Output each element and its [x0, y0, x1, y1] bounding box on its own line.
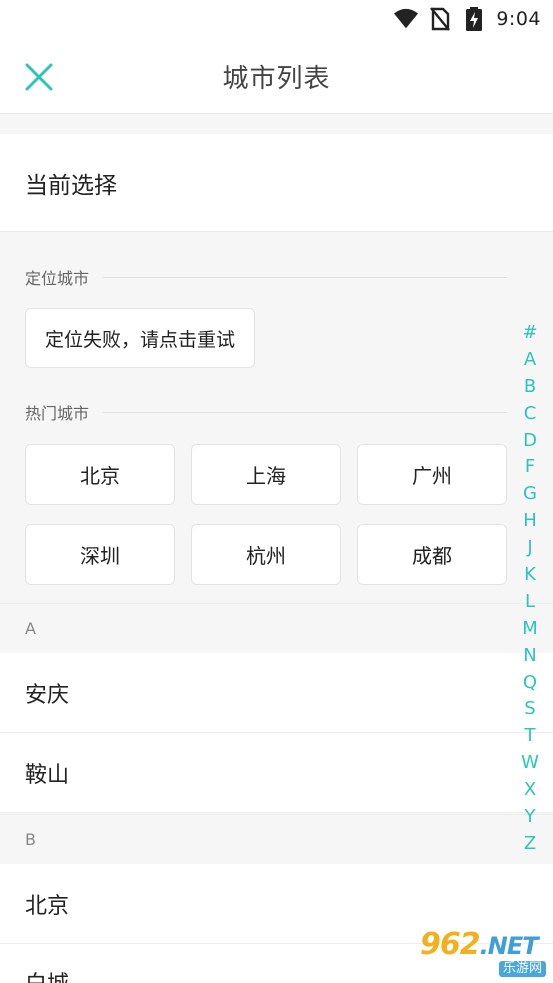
- index-letter[interactable]: M: [522, 616, 538, 643]
- watermark: 962.NET 乐游网: [414, 928, 550, 978]
- index-letter[interactable]: J: [527, 535, 532, 562]
- hot-city-grid: 北京 上海 广州 深圳 杭州 成都: [25, 444, 507, 585]
- watermark-logo: 962.NET: [420, 926, 539, 962]
- hot-city-button[interactable]: 杭州: [191, 524, 341, 585]
- divider: [103, 276, 507, 278]
- hot-city-button[interactable]: 广州: [357, 444, 507, 505]
- city-list-item[interactable]: 安庆: [0, 653, 553, 733]
- index-letter[interactable]: Q: [523, 670, 537, 697]
- index-letter[interactable]: H: [523, 508, 537, 535]
- index-letter[interactable]: L: [525, 589, 535, 616]
- hot-city-button[interactable]: 上海: [191, 444, 341, 505]
- battery-charging-icon: [462, 7, 486, 31]
- index-letter[interactable]: D: [523, 428, 537, 455]
- status-time: 9:04: [496, 8, 541, 30]
- index-letter[interactable]: F: [525, 454, 535, 481]
- index-letter[interactable]: A: [524, 347, 536, 374]
- index-letter[interactable]: K: [524, 562, 536, 589]
- close-icon: [25, 63, 53, 91]
- current-selection[interactable]: 当前选择: [0, 134, 553, 232]
- index-letter[interactable]: T: [525, 723, 536, 750]
- locate-section-header: 定位城市: [25, 265, 507, 289]
- hot-city-button[interactable]: 深圳: [25, 524, 175, 585]
- index-letter[interactable]: B: [524, 374, 536, 401]
- divider: [103, 411, 507, 413]
- index-letter[interactable]: G: [523, 481, 537, 508]
- page-title: 城市列表: [222, 63, 331, 94]
- hot-section-label: 热门城市: [25, 404, 90, 423]
- index-letter[interactable]: N: [523, 643, 536, 670]
- status-bar: 9:04: [0, 0, 553, 38]
- watermark-main: 962: [420, 926, 481, 962]
- hot-city-button[interactable]: 北京: [25, 444, 175, 505]
- no-sim-icon: [428, 7, 452, 31]
- index-letter[interactable]: Y: [525, 804, 536, 831]
- index-letter[interactable]: Z: [524, 831, 536, 858]
- wifi-icon: [394, 7, 419, 31]
- retry-locate-button[interactable]: 定位失败，请点击重试: [25, 308, 255, 368]
- index-letter[interactable]: S: [524, 696, 535, 723]
- alphabet-index-bar[interactable]: # A B C D F G H J K L M N Q S T W X Y Z: [515, 320, 545, 858]
- index-letter[interactable]: X: [524, 777, 536, 804]
- hot-section-header: 热门城市: [25, 400, 507, 424]
- close-button[interactable]: [22, 60, 56, 94]
- index-letter[interactable]: C: [524, 401, 537, 428]
- hot-city-button[interactable]: 成都: [357, 524, 507, 585]
- group-header-a: A: [0, 603, 553, 653]
- city-list-item[interactable]: 鞍山: [0, 733, 553, 813]
- watermark-net: .NET: [479, 931, 539, 960]
- app-header: 城市列表: [0, 38, 553, 114]
- index-letter[interactable]: W: [521, 750, 539, 777]
- locate-section-label: 定位城市: [25, 269, 90, 288]
- index-letter[interactable]: #: [522, 320, 537, 347]
- watermark-sub: 乐游网: [498, 960, 546, 977]
- group-header-b: B: [0, 814, 553, 864]
